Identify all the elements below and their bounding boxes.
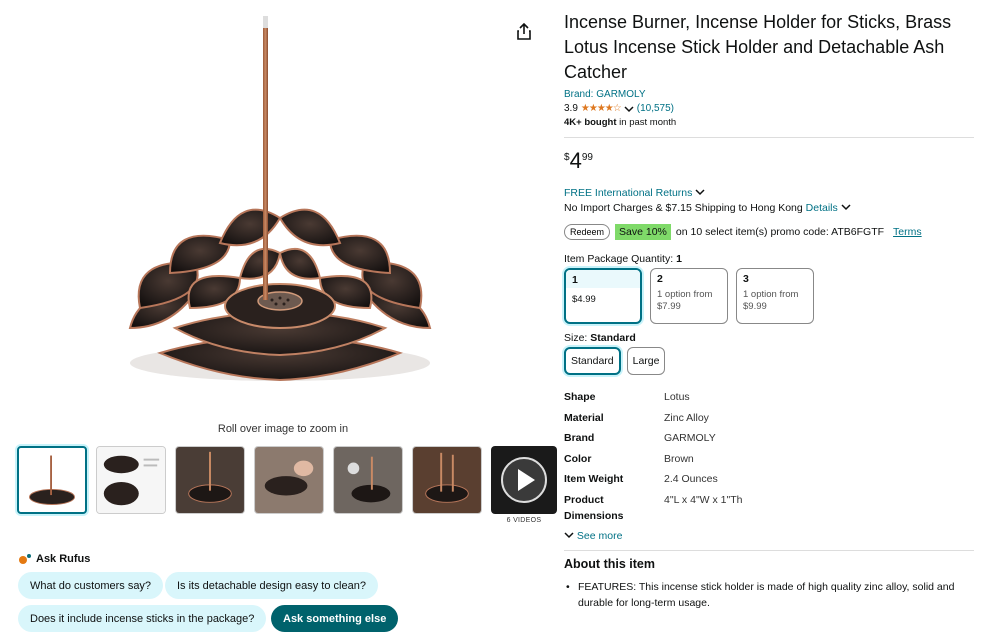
spec-key: Item Weight	[564, 473, 624, 486]
spec-key: Shape	[564, 391, 596, 403]
ask-rufus-label: Ask Rufus	[36, 553, 91, 565]
thumbnail-6[interactable]	[412, 446, 482, 514]
spec-value: Lotus	[664, 391, 690, 403]
quantity-option-number: 3	[743, 273, 749, 285]
rufus-chip-clean[interactable]: Is its detachable design easy to clean?	[165, 572, 378, 599]
thumbnail-3[interactable]	[175, 446, 245, 514]
thumbnail-4[interactable]	[254, 446, 324, 514]
quantity-option-1[interactable]: 1 $4.99	[564, 268, 642, 324]
quantity-option-price: $7.99	[657, 301, 681, 312]
size-label-text: Size:	[564, 332, 591, 344]
rufus-icon	[19, 554, 31, 564]
price-whole: 4	[569, 148, 582, 173]
details-link[interactable]: Details	[806, 202, 838, 214]
divider	[564, 549, 974, 551]
chevron-down-icon	[695, 189, 705, 196]
spec-key: Brand	[564, 432, 595, 445]
spec-value: Zinc Alloy	[664, 411, 709, 424]
share-button[interactable]	[514, 22, 534, 42]
spec-row: Brand GARMOLY	[564, 430, 974, 446]
see-more-label: See more	[576, 529, 623, 542]
quantity-option-sub: 1 option from	[743, 289, 799, 300]
rating-value: 3.9	[564, 103, 578, 114]
video-thumbnail[interactable]: 6 VIDEOS	[491, 446, 557, 524]
size-label: Size: Standard	[564, 332, 974, 344]
spec-row: Color Brown	[564, 451, 974, 467]
chevron-down-icon[interactable]	[841, 203, 851, 211]
share-icon	[517, 22, 531, 40]
thumbnail-1[interactable]	[17, 446, 87, 514]
bought-count: 4K+ bought	[564, 117, 617, 128]
chevron-down-icon	[564, 532, 574, 539]
quantity-label: Item Package Quantity: 1	[564, 253, 974, 265]
free-returns-link[interactable]: FREE International Returns	[564, 187, 974, 199]
spec-value: 2.4 Ounces	[664, 473, 718, 486]
spec-row: Product Dimensions 4"L x 4"W x 1"Th	[564, 492, 974, 524]
chevron-down-icon[interactable]	[624, 105, 634, 113]
quantity-options: 1 $4.99 2 1 option from $7.99 3 1 option …	[564, 268, 974, 324]
specs-table: Shape Lotus Material Zinc Alloy Brand GARMO…	[564, 389, 974, 524]
promo-text: on 10 select item(s) promo code: ATB6FGT…	[675, 226, 885, 238]
ask-something-else-button[interactable]: Ask something else	[271, 605, 399, 632]
spec-value: 4"L x 4"W x 1"Th	[664, 493, 743, 506]
video-count-label: 6 VIDEOS	[506, 517, 542, 524]
save-badge: Save 10%	[615, 224, 671, 240]
brand-link[interactable]: Brand: GARMOLY	[564, 89, 646, 100]
quantity-option-number: 1	[572, 274, 578, 286]
quantity-label-text: Item Package Quantity:	[564, 253, 677, 265]
spec-key-line2: Dimensions	[564, 509, 624, 522]
quantity-option-2[interactable]: 2 1 option from $7.99	[650, 268, 728, 324]
thumbnail-strip: 6 VIDEOS	[17, 446, 557, 524]
price-fraction: 99	[581, 152, 593, 163]
spec-key: Material	[564, 411, 604, 424]
price: $ 4 99	[564, 149, 974, 173]
bought-in-past-month: 4K+ bought in past month	[564, 117, 974, 128]
quantity-option-number: 2	[657, 273, 663, 285]
size-selected: Standard	[590, 332, 636, 344]
size-option-standard[interactable]: Standard	[564, 347, 621, 375]
ask-rufus-header: Ask Rufus	[18, 553, 90, 565]
thumbnail-2[interactable]	[96, 446, 166, 514]
quantity-option-price: $4.99	[572, 294, 596, 305]
quantity-option-3[interactable]: 3 1 option from $9.99	[736, 268, 814, 324]
about-heading: About this item	[564, 556, 655, 571]
star-rating-icon[interactable]: ★★★★☆	[581, 103, 622, 114]
spec-key: Color	[564, 452, 592, 465]
product-title: Incense Burner, Incense Holder for Stick…	[564, 12, 952, 82]
rufus-chip-customers[interactable]: What do customers say?	[18, 572, 164, 599]
spec-key: Product	[564, 493, 604, 506]
quantity-option-sub: 1 option from	[657, 289, 713, 300]
size-options: Standard Large	[564, 347, 974, 375]
quantity-selected: 1	[676, 253, 682, 265]
spec-row: Item Weight 2.4 Ounces	[564, 471, 974, 487]
spec-row: Material Zinc Alloy	[564, 410, 974, 426]
thumbnail-5[interactable]	[333, 446, 403, 514]
main-product-image[interactable]	[100, 8, 460, 408]
feature-bullet: FEATURES: This incense stick holder is m…	[564, 579, 974, 611]
product-details: Incense Burner, Incense Holder for Stick…	[564, 10, 974, 611]
redeem-button[interactable]: Redeem	[564, 224, 611, 240]
import-charges: No Import Charges & $7.15 Shipping to Ho…	[564, 202, 974, 214]
size-option-large[interactable]: Large	[626, 347, 666, 375]
free-returns-label: FREE International Returns	[564, 187, 693, 199]
zoom-hint: Roll over image to zoom in	[217, 423, 349, 435]
rufus-chip-sticks[interactable]: Does it include incense sticks in the pa…	[18, 605, 267, 632]
spec-value: GARMOLY	[664, 432, 716, 445]
rating-row: 3.9 ★★★★☆ (10,575)	[564, 103, 974, 114]
divider	[564, 137, 974, 138]
quantity-option-price: $9.99	[743, 301, 767, 312]
import-text: No Import Charges & $7.15 Shipping to Ho…	[564, 202, 803, 214]
see-more-link[interactable]: See more	[564, 530, 974, 542]
spec-value: Brown	[664, 452, 694, 465]
terms-link[interactable]: Terms	[893, 226, 922, 238]
bought-period: in past month	[616, 117, 677, 128]
promo-row: Redeem Save 10% on 10 select item(s) pro…	[564, 224, 974, 240]
review-count-link[interactable]: (10,575)	[637, 103, 674, 114]
spec-row: Shape Lotus	[564, 389, 974, 405]
